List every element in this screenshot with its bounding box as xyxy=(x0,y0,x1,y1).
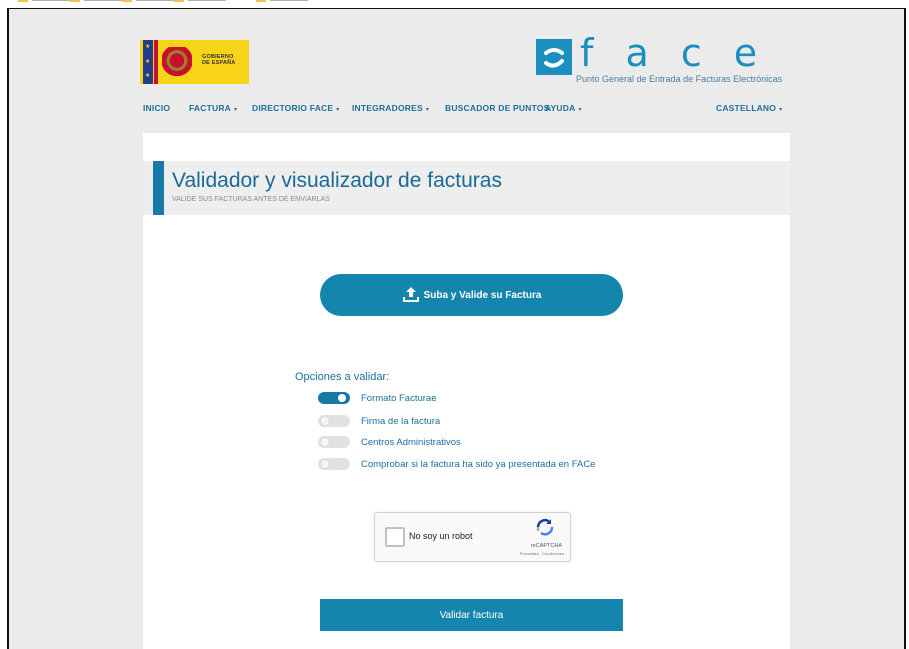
bookmark-item[interactable] xyxy=(70,0,122,3)
nav-label: AYUDA xyxy=(545,103,576,113)
toggle-knob xyxy=(321,438,329,446)
nav-item-inicio[interactable]: INICIO xyxy=(143,103,170,113)
nav-item-factura[interactable]: FACTURA ▾ xyxy=(189,103,237,113)
bookmark-item[interactable] xyxy=(122,0,174,3)
recaptcha-label: No soy un robot xyxy=(409,531,473,541)
browser-viewport: ★ ★ ★ GOBIERNO DE ESPAÑA f a c e Punto G… xyxy=(7,8,906,649)
recaptcha-widget: No soy un robot reCAPTCHA Privacidad - C… xyxy=(374,512,571,562)
bookmarks-bar xyxy=(0,0,909,8)
nav-item-ayuda[interactable]: AYUDA ▾ xyxy=(545,103,582,113)
bookmark-item[interactable] xyxy=(18,0,70,3)
nav-item-integradores[interactable]: INTEGRADORES ▾ xyxy=(352,103,429,113)
option-label: Centros Administrativos xyxy=(361,437,461,448)
face-logo[interactable]: f a c e Punto General de Entrada de Fact… xyxy=(536,31,796,87)
validate-invoice-button[interactable]: Validar factura xyxy=(320,599,623,631)
caret-down-icon: ▾ xyxy=(578,107,582,113)
nav-label: FACTURA xyxy=(189,103,232,113)
toggle-switch[interactable] xyxy=(318,458,350,470)
caret-down-icon: ▾ xyxy=(336,107,340,113)
nav-item-buscador[interactable]: BUSCADOR DE PUNTOS xyxy=(445,103,550,113)
caret-down-icon: ▾ xyxy=(779,107,783,113)
toggle-knob xyxy=(321,460,329,468)
bookmark-item[interactable] xyxy=(256,0,308,3)
eu-flag-icon: ★ ★ ★ xyxy=(143,40,153,84)
main-card: Validador y visualizador de facturas VAL… xyxy=(143,133,790,649)
coat-of-arms-icon xyxy=(162,47,192,77)
caret-down-icon: ▾ xyxy=(425,107,430,113)
option-comprobar-presentada: Comprobar si la factura ha sido ya prese… xyxy=(318,458,678,472)
caret-down-icon: ▾ xyxy=(234,107,238,113)
nav-label: INICIO xyxy=(143,103,171,113)
option-formato-facturae: Formato Facturae xyxy=(318,392,678,406)
option-label: Formato Facturae xyxy=(361,393,437,404)
toggle-switch[interactable] xyxy=(318,392,350,404)
upload-icon xyxy=(402,287,419,302)
upload-validate-button[interactable]: Suba y Valide su Factura xyxy=(320,274,623,316)
nav-label: DIRECTORIO FACE xyxy=(252,103,334,113)
options-heading: Opciones a validar: xyxy=(295,371,390,383)
option-centros-administrativos: Centros Administrativos xyxy=(318,436,678,450)
bookmark-item[interactable] xyxy=(174,0,226,3)
nav-label: INTEGRADORES xyxy=(352,103,423,113)
gobierno-text: GOBIERNO DE ESPAÑA xyxy=(202,54,238,66)
nav-item-directorio[interactable]: DIRECTORIO FACE ▾ xyxy=(252,103,339,113)
gobierno-line: DE ESPAÑA xyxy=(202,60,236,66)
option-label: Firma de la factura xyxy=(361,416,441,427)
flag-band xyxy=(154,40,158,84)
nav-label: BUSCADOR DE PUNTOS xyxy=(445,103,550,113)
page-subtitle: VALIDE SUS FACTURAS ANTES DE ENVIARLAS xyxy=(172,196,330,203)
toggle-switch[interactable] xyxy=(318,415,350,427)
recaptcha-terms-link[interactable]: Privacidad - Condiciones xyxy=(520,551,564,556)
page-title: Validador y visualizador de facturas xyxy=(172,169,502,192)
gobierno-espana-logo[interactable]: ★ ★ ★ GOBIERNO DE ESPAÑA xyxy=(140,40,249,84)
upload-label: Suba y Valide su Factura xyxy=(423,289,542,301)
language-label: CASTELLANO xyxy=(716,103,777,113)
language-selector[interactable]: CASTELLANO ▾ xyxy=(716,103,782,113)
validate-label: Validar factura xyxy=(439,609,504,621)
option-label: Comprobar si la factura ha sido ya prese… xyxy=(361,459,596,470)
title-band: Validador y visualizador de facturas VAL… xyxy=(143,161,790,215)
title-accent-bar xyxy=(153,161,164,215)
face-wordmark: f a c e xyxy=(580,31,768,75)
recaptcha-logo-icon xyxy=(536,519,554,536)
recaptcha-brand: reCAPTCHA xyxy=(530,543,562,549)
main-nav: INICIO FACTURA ▾ DIRECTORIO FACE ▾ INTEGRA… xyxy=(143,103,793,117)
option-firma-factura: Firma de la factura xyxy=(318,415,678,429)
toggle-knob xyxy=(321,417,329,425)
toggle-knob xyxy=(338,394,346,402)
recaptcha-checkbox[interactable] xyxy=(385,527,405,547)
toggle-switch[interactable] xyxy=(318,436,350,448)
face-tagline: Punto General de Entrada de Facturas Ele… xyxy=(576,74,783,84)
face-logo-icon xyxy=(536,39,572,75)
